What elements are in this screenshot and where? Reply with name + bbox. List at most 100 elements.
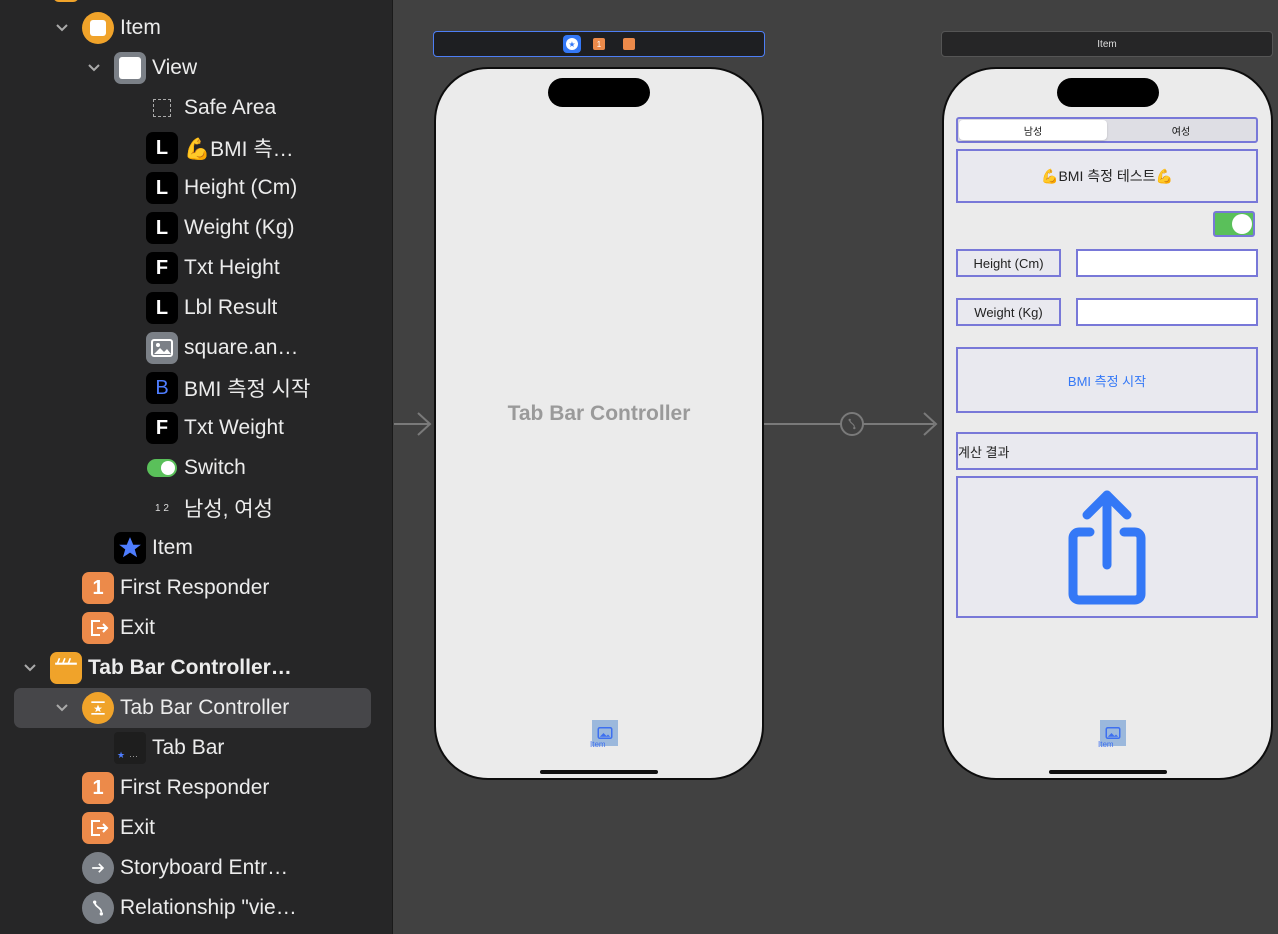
home-indicator [1048, 770, 1167, 774]
segment-female[interactable]: 여성 [1107, 120, 1255, 140]
outline-item-tab-bar[interactable]: ★ ··· Tab Bar [0, 728, 392, 768]
first-responder-dock-icon[interactable]: 1 [593, 38, 605, 50]
chevron-down-icon[interactable] [18, 648, 42, 688]
exit-icon [82, 612, 114, 644]
tab-bar-controller-icon [82, 692, 114, 724]
outline-item-segmented-control[interactable]: 1 2 남성, 여성 [0, 488, 392, 528]
outline-item-label: 💪BMI 측… [184, 138, 294, 161]
outline-item-txt-weight[interactable]: F Txt Weight [0, 408, 392, 448]
entry-arrow-head-icon [417, 412, 432, 436]
outline-item-safe-area[interactable]: Safe Area [0, 88, 392, 128]
exit-icon [82, 812, 114, 844]
outline-item-bmi-label[interactable]: L 💪BMI 측… [0, 128, 392, 168]
outline-item-label: Safe Area [184, 96, 277, 119]
tab-bar-icon: ★ ··· [114, 732, 146, 764]
chevron-down-icon[interactable] [50, 8, 74, 48]
document-outline: Item View Safe Area L 💪BMI 측… L Height (… [0, 0, 393, 934]
outline-item-tab-bar-item[interactable]: Item [0, 528, 392, 568]
outline-item-first-responder-2[interactable]: 1 First Responder [0, 768, 392, 808]
outline-item-storyboard-entry[interactable]: Storyboard Entr… [0, 848, 392, 888]
outline-item-label: First Responder [120, 776, 270, 799]
storyboard-canvas[interactable]: ★ 1 Tab Bar Controller Item Item 남성 여성 💪… [394, 0, 1278, 934]
outline-item-tab-bar-scene[interactable]: Tab Bar Controller… [0, 648, 392, 688]
outline-item-label: Txt Height [184, 256, 280, 279]
arrow-right-icon [82, 852, 114, 884]
dynamic-island [548, 78, 650, 107]
outline-item-relationship[interactable]: Relationship "vie… [0, 888, 392, 928]
dynamic-island [1056, 78, 1159, 107]
label-icon: L [146, 172, 178, 204]
scene-icon [50, 652, 82, 684]
outline-item-label: Item [152, 536, 193, 559]
height-text-field[interactable] [1076, 249, 1258, 277]
outline-item-exit[interactable]: Exit [0, 608, 392, 648]
item-phone[interactable]: 남성 여성 💪BMI 측정 테스트💪 Height (Cm) Weight (K… [942, 67, 1273, 780]
outline-item-weight-label[interactable]: L Weight (Kg) [0, 208, 392, 248]
outline-item-image-view[interactable]: square.an… [0, 328, 392, 368]
item-scene-dock[interactable]: Item [941, 31, 1273, 57]
text-field-icon: F [146, 412, 178, 444]
tab-bar-controller-phone[interactable]: Tab Bar Controller Item [434, 67, 764, 780]
segmented-control-icon: 1 2 [155, 502, 169, 514]
first-responder-icon: 1 [82, 572, 114, 604]
label-icon: L [146, 292, 178, 324]
tab-item-icon [82, 12, 114, 44]
outline-item-label: Tab Bar Controller… [88, 656, 292, 679]
outline-item-switch[interactable]: Switch [0, 448, 392, 488]
tab-bar-controller-dock-icon[interactable]: ★ [563, 35, 581, 53]
outline-item-label: Relationship "vie… [120, 896, 297, 919]
button-icon: B [146, 372, 178, 404]
outline-item-label: Item [120, 16, 161, 39]
outline-item-first-responder[interactable]: 1 First Responder [0, 568, 392, 608]
chevron-down-icon[interactable] [50, 688, 74, 728]
outline-item-lbl-result[interactable]: L Lbl Result [0, 288, 392, 328]
relationship-icon [82, 892, 114, 924]
weight-label: Weight (Kg) [956, 298, 1061, 326]
outline-item-label: Storyboard Entr… [120, 856, 289, 879]
item-scene-title: Item [1097, 38, 1117, 50]
result-label: 계산 결과 [956, 432, 1258, 470]
outline-item-view[interactable]: View [0, 48, 392, 88]
home-indicator [540, 770, 658, 774]
result-image-view [956, 476, 1258, 618]
outline-item-height-label[interactable]: L Height (Cm) [0, 168, 392, 208]
outline-item-item[interactable]: Item [0, 8, 392, 48]
bmi-title-label: 💪BMI 측정 테스트💪 [956, 149, 1258, 203]
outline-item-tab-bar-controller[interactable]: Tab Bar Controller [14, 688, 371, 728]
outline-item-label: Weight (Kg) [184, 216, 295, 239]
relationship-segue-icon[interactable] [840, 412, 864, 436]
outline-item-txt-height[interactable]: F Txt Height [0, 248, 392, 288]
outline-item-label: square.an… [184, 336, 299, 359]
outline-item-label: Lbl Result [184, 296, 278, 319]
tab-bar-item-label: Item [590, 740, 606, 749]
outline-item-label: Tab Bar [152, 736, 225, 759]
outline-item-label: Height (Cm) [184, 176, 298, 199]
unit-switch[interactable] [1213, 211, 1255, 237]
label-icon: L [146, 132, 178, 164]
partial-row-icon [53, 0, 79, 2]
first-responder-icon: 1 [82, 772, 114, 804]
gender-segmented-control[interactable]: 남성 여성 [956, 117, 1258, 143]
view-icon [114, 52, 146, 84]
outline-item-label: Txt Weight [184, 416, 284, 439]
switch-thumb [1232, 214, 1252, 234]
segment-male[interactable]: 남성 [959, 120, 1107, 140]
tab-bar-scene-dock[interactable]: ★ 1 [433, 31, 765, 57]
outline-item-label: Switch [184, 456, 246, 479]
star-icon [114, 532, 146, 564]
height-label: Height (Cm) [956, 249, 1061, 277]
chevron-down-icon[interactable] [82, 48, 106, 88]
outline-item-label: View [152, 56, 198, 79]
outline-item-exit-2[interactable]: Exit [0, 808, 392, 848]
exit-dock-icon[interactable] [623, 38, 635, 50]
text-field-icon: F [146, 252, 178, 284]
tab-bar-item-label: Item [1098, 740, 1114, 749]
relationship-arrow-head-icon [923, 412, 938, 436]
square-and-arrow-up-icon [1068, 490, 1146, 605]
bmi-calculate-button[interactable]: BMI 측정 시작 [956, 347, 1258, 413]
weight-text-field[interactable] [1076, 298, 1258, 326]
tab-bar-controller-title: Tab Bar Controller [507, 402, 691, 425]
image-icon [146, 332, 178, 364]
outline-item-bmi-button[interactable]: B BMI 측정 시작 [0, 368, 392, 408]
safe-area-icon [146, 92, 178, 124]
